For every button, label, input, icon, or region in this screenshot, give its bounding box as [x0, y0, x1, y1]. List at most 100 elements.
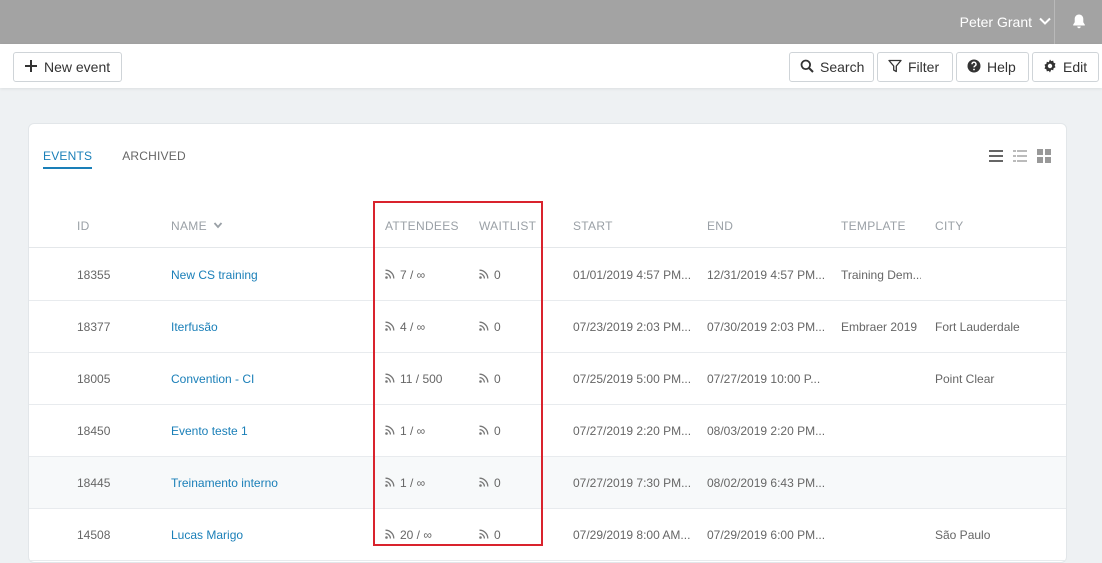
- table-row[interactable]: 18355 New CS training 7 / ∞ 0 01/01/2019…: [29, 249, 1066, 301]
- waitlist-count: 0: [494, 528, 501, 542]
- cell-end: 07/30/2019 2:03 PM...: [707, 320, 826, 334]
- help-button[interactable]: Help: [956, 52, 1029, 82]
- view-switcher: [988, 148, 1052, 164]
- cell-start: 01/01/2019 4:57 PM...: [573, 268, 692, 282]
- cell-start: 07/23/2019 2:03 PM...: [573, 320, 692, 334]
- rss-icon: [479, 476, 489, 490]
- events-card: EVENTS ARCHIVED ID NAME ATTENDEES WAITLI…: [28, 123, 1067, 563]
- event-name-link[interactable]: Evento teste 1: [171, 405, 371, 457]
- cell-template: Training Dem...: [841, 268, 921, 282]
- cell-end: 12/31/2019 4:57 PM...: [707, 268, 826, 282]
- column-header-start[interactable]: START: [573, 204, 695, 248]
- tabs: EVENTS ARCHIVED: [43, 149, 186, 169]
- column-header-attendees[interactable]: ATTENDEES: [385, 204, 475, 248]
- cell-template: [841, 405, 921, 457]
- rss-icon: [479, 320, 489, 334]
- column-header-template[interactable]: TEMPLATE: [841, 204, 921, 248]
- edit-label: Edit: [1063, 59, 1088, 75]
- table-row[interactable]: 18450 Evento teste 1 1 / ∞ 0 07/27/2019 …: [29, 405, 1066, 457]
- cell-waitlist: 0: [479, 457, 559, 509]
- tab-events[interactable]: EVENTS: [43, 149, 93, 169]
- cell-attendees: 1 / ∞: [385, 457, 475, 509]
- gear-icon: [1043, 59, 1057, 76]
- user-menu[interactable]: Peter Grant: [960, 0, 1052, 44]
- attendees-count: 7 / ∞: [400, 268, 426, 282]
- column-header-city[interactable]: CITY: [935, 204, 1055, 248]
- event-name-link[interactable]: Lucas Marigo: [171, 509, 371, 561]
- new-event-label: New event: [44, 59, 111, 75]
- cell-waitlist: 0: [479, 301, 559, 353]
- cell-city: [935, 405, 1055, 457]
- detailed-list-view-icon[interactable]: [1012, 148, 1028, 164]
- filter-icon: [888, 59, 902, 76]
- rss-icon: [479, 372, 489, 386]
- sort-chevron-icon: [213, 219, 223, 233]
- event-name-link[interactable]: New CS training: [171, 249, 371, 301]
- cell-id: 18355: [77, 268, 111, 282]
- column-header-id[interactable]: ID: [77, 204, 157, 248]
- cell-attendees: 7 / ∞: [385, 249, 475, 301]
- event-name-link[interactable]: Treinamento interno: [171, 457, 371, 509]
- waitlist-count: 0: [494, 424, 501, 438]
- rss-icon: [479, 268, 489, 282]
- new-event-button[interactable]: New event: [13, 52, 122, 82]
- waitlist-count: 0: [494, 320, 501, 334]
- cell-id: 14508: [77, 528, 111, 542]
- cell-template: [841, 509, 921, 561]
- column-header-name-label: NAME: [171, 219, 207, 233]
- plus-icon: [24, 59, 38, 76]
- cell-id: 18377: [77, 320, 111, 334]
- table-row[interactable]: 18377 Iterfusão 4 / ∞ 0 07/23/2019 2:03 …: [29, 301, 1066, 353]
- cell-city: Fort Lauderdale: [935, 320, 1020, 334]
- waitlist-count: 0: [494, 476, 501, 490]
- rss-icon: [385, 320, 395, 334]
- column-header-end[interactable]: END: [707, 204, 829, 248]
- waitlist-count: 0: [494, 372, 501, 386]
- cell-end: 07/29/2019 6:00 PM...: [707, 528, 826, 542]
- grid-view-icon[interactable]: [1036, 148, 1052, 164]
- rss-icon: [479, 424, 489, 438]
- cell-id: 18005: [77, 372, 111, 386]
- search-label: Search: [820, 59, 865, 75]
- table-row[interactable]: 18445 Treinamento interno 1 / ∞ 0 07/27/…: [29, 457, 1066, 509]
- cell-city: São Paulo: [935, 528, 991, 542]
- rss-icon: [385, 476, 395, 490]
- table-row[interactable]: 18005 Convention - CI 11 / 500 0 07/25/2…: [29, 353, 1066, 405]
- cell-attendees: 4 / ∞: [385, 301, 475, 353]
- cell-id: 18450: [77, 424, 111, 438]
- edit-button[interactable]: Edit: [1032, 52, 1099, 82]
- filter-button[interactable]: Filter: [877, 52, 953, 82]
- rss-icon: [479, 528, 489, 542]
- chevron-down-icon: [1038, 14, 1052, 31]
- cell-start: 07/29/2019 8:00 AM...: [573, 528, 691, 542]
- search-icon: [800, 59, 814, 76]
- cell-waitlist: 0: [479, 353, 559, 405]
- rss-icon: [385, 268, 395, 282]
- table-row[interactable]: 14508 Lucas Marigo 20 / ∞ 0 07/29/2019 8…: [29, 509, 1066, 561]
- cell-id: 18445: [77, 476, 111, 490]
- list-view-icon[interactable]: [988, 148, 1004, 164]
- cell-waitlist: 0: [479, 249, 559, 301]
- notifications-button[interactable]: [1054, 0, 1102, 44]
- cell-city: [935, 249, 1055, 301]
- event-name-link[interactable]: Iterfusão: [171, 301, 371, 353]
- cell-attendees: 20 / ∞: [385, 509, 475, 561]
- rss-icon: [385, 372, 395, 386]
- column-header-waitlist[interactable]: WAITLIST: [479, 204, 559, 248]
- cell-city: [935, 457, 1055, 509]
- event-name-link[interactable]: Convention - CI: [171, 353, 371, 405]
- tab-archived[interactable]: ARCHIVED: [122, 149, 186, 169]
- cell-template: [841, 353, 921, 405]
- rss-icon: [385, 424, 395, 438]
- cell-end: 08/03/2019 2:20 PM...: [707, 424, 826, 438]
- toolbar: New event Search Filter Help Edit: [0, 44, 1102, 88]
- cell-start: 07/27/2019 7:30 PM...: [573, 476, 692, 490]
- cell-start: 07/25/2019 5:00 PM...: [573, 372, 692, 386]
- cell-waitlist: 0: [479, 509, 559, 561]
- attendees-count: 1 / ∞: [400, 476, 426, 490]
- rss-icon: [385, 528, 395, 542]
- search-button[interactable]: Search: [789, 52, 874, 82]
- cell-template: Embraer 2019: [841, 320, 918, 334]
- cell-waitlist: 0: [479, 405, 559, 457]
- column-header-name[interactable]: NAME: [171, 204, 371, 248]
